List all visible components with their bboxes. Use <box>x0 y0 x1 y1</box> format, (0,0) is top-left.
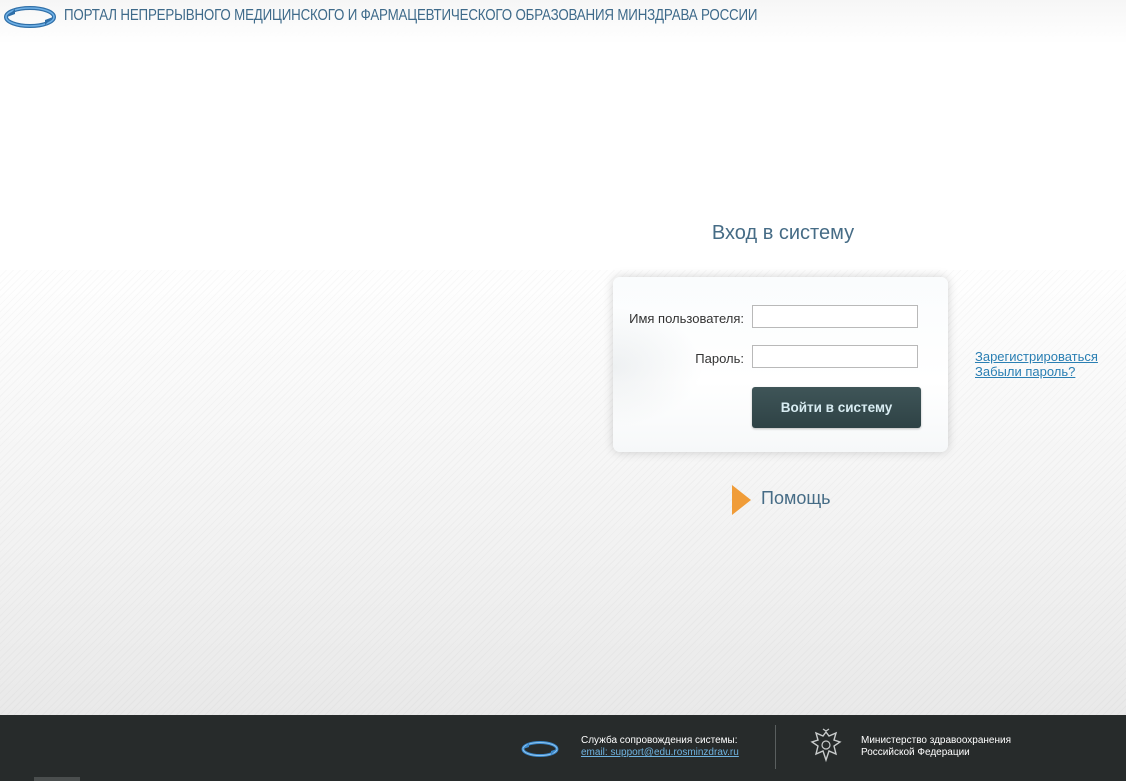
support-email-link[interactable]: email: support@edu.rosminzdrav.ru <box>581 747 739 759</box>
username-input[interactable] <box>752 305 918 328</box>
support-title: Служба сопровождения системы: <box>581 735 738 746</box>
double-headed-eagle-emblem-icon <box>810 728 842 763</box>
password-label: Пароль: <box>695 351 744 366</box>
portal-logo-icon <box>521 741 559 757</box>
auth-links: Зарегистрироваться Забыли пароль? <box>975 349 1098 379</box>
login-button[interactable]: Войти в систему <box>752 387 921 428</box>
ministry-line-2: Российской Федерации <box>861 747 970 758</box>
portal-title: ПОРТАЛ НЕПРЕРЫВНОГО МЕДИЦИНСКОГО И ФАРМА… <box>64 7 758 24</box>
username-label: Имя пользователя: <box>629 311 744 326</box>
login-form: Имя пользователя: Пароль: Войти в систем… <box>613 277 948 452</box>
login-title: Вход в систему <box>711 222 855 244</box>
header: ПОРТАЛ НЕПРЕРЫВНОГО МЕДИЦИНСКОГО И ФАРМА… <box>0 0 1126 44</box>
corner-tab <box>34 777 80 781</box>
register-link[interactable]: Зарегистрироваться <box>975 349 1098 364</box>
footer: Служба сопровождения системы: email: sup… <box>0 715 1126 781</box>
support-info: Служба сопровождения системы: email: sup… <box>581 735 739 759</box>
ministry-line-1: Министерство здравоохранения <box>861 735 1011 746</box>
help-label: Помощь <box>761 488 831 508</box>
portal-logo-icon[interactable] <box>3 1 57 33</box>
ministry-info: Министерство здравоохранения Российской … <box>861 735 1011 759</box>
play-arrow-icon <box>732 485 751 515</box>
forgot-password-link[interactable]: Забыли пароль? <box>975 364 1098 379</box>
password-input[interactable] <box>752 345 918 368</box>
footer-divider <box>775 725 776 769</box>
